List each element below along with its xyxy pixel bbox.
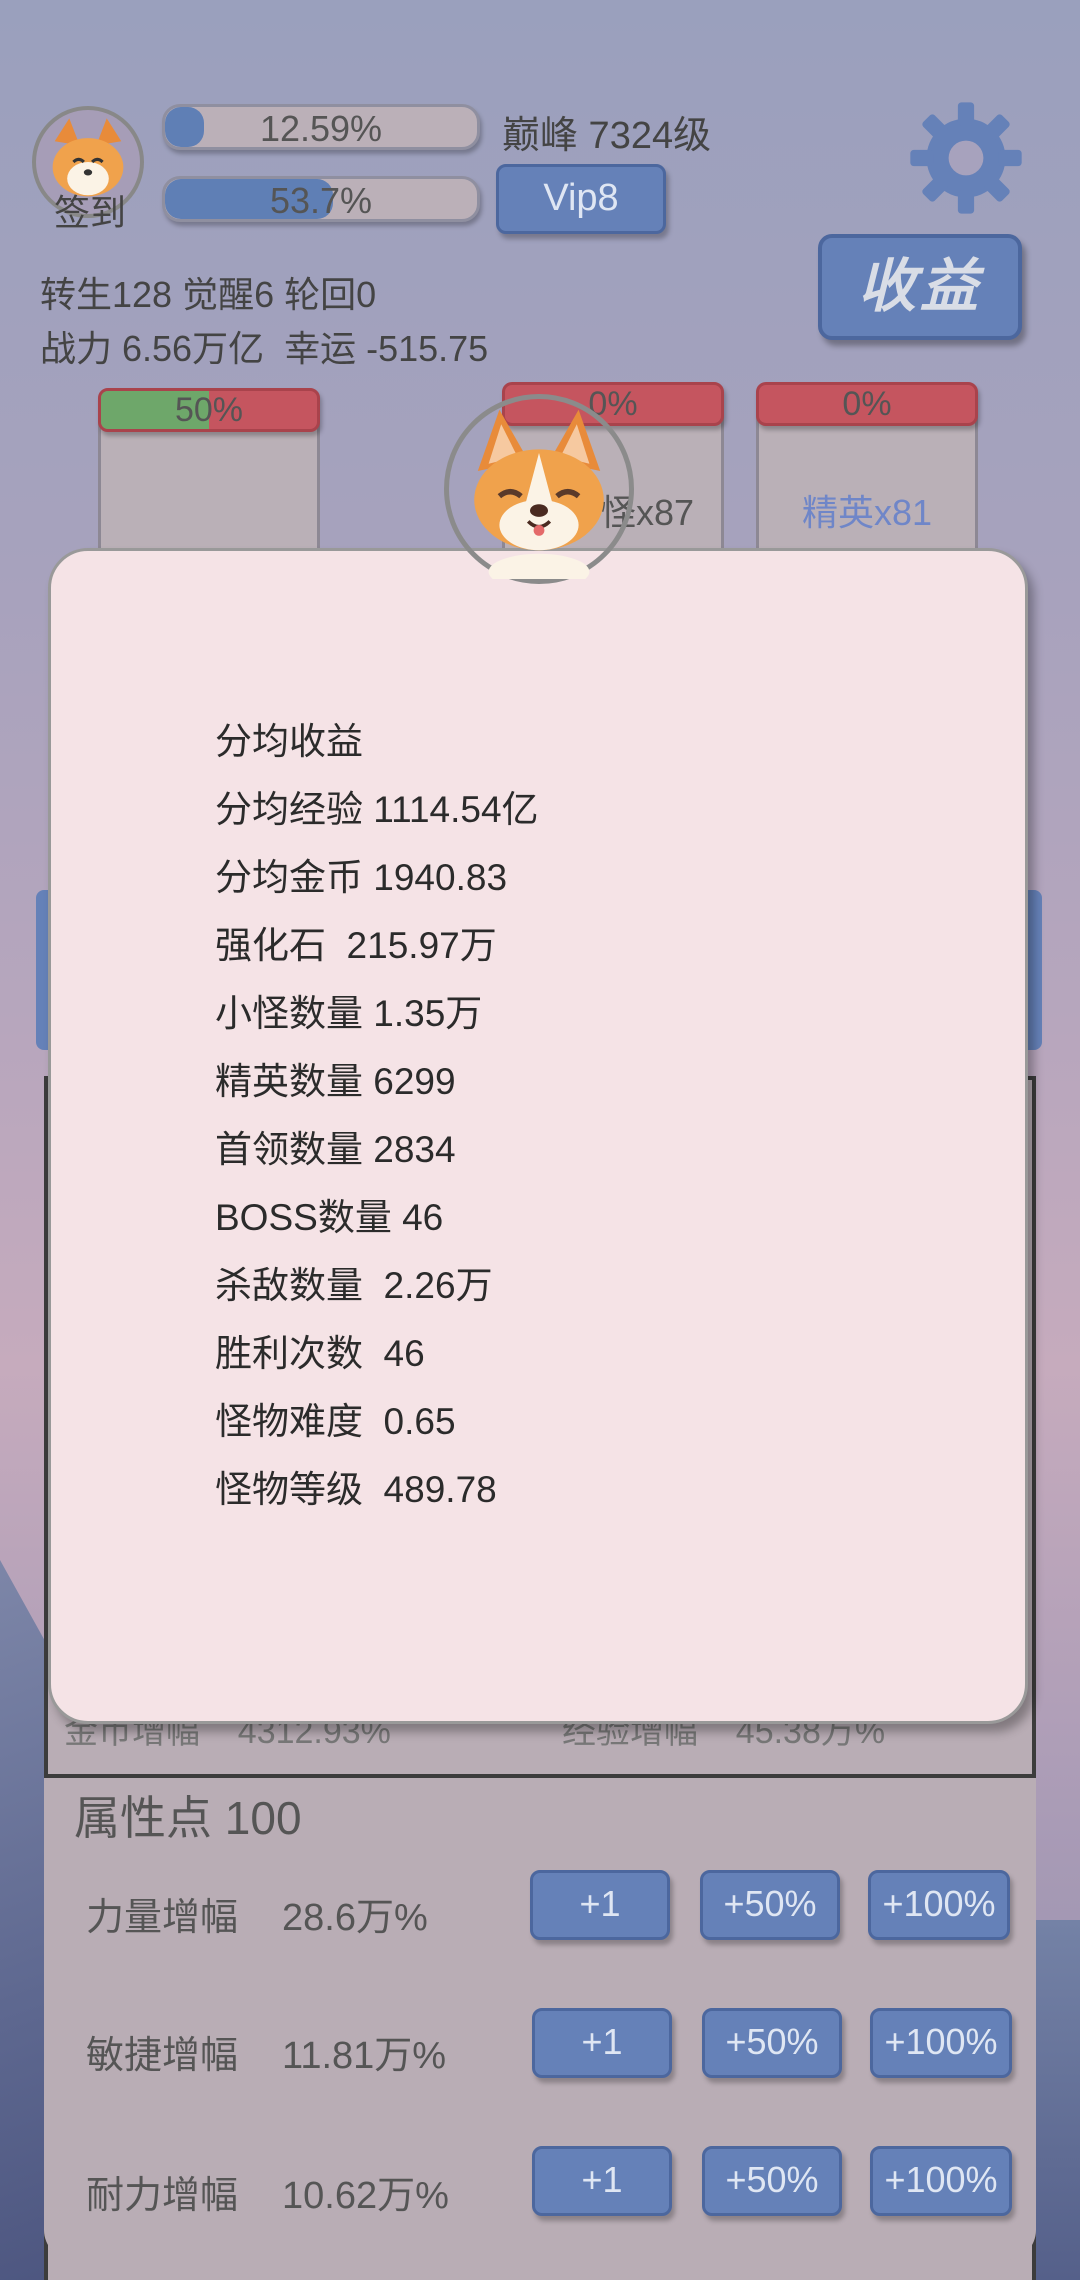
secondary-progress-bar: 53.7% — [162, 176, 480, 222]
popup-line: BOSS数量 46 — [215, 1197, 444, 1238]
corgi-face-icon — [474, 409, 604, 590]
attribute-name: 力量增幅 — [86, 1897, 239, 1939]
attribute-value: 11.81万% — [282, 2035, 447, 2077]
monster-card-3-hp: 0% — [756, 382, 978, 426]
agility-plus50-button[interactable]: +50% — [702, 2008, 842, 2078]
attribute-value: 10.62万% — [282, 2175, 449, 2217]
secondary-progress-label: 53.7% — [269, 180, 373, 221]
income-popup[interactable]: 分均收益 分均经验 1114.54亿 分均金币 1940.83 强化石 215.… — [48, 548, 1028, 1724]
popup-line: 小怪数量 1.35万 — [215, 993, 483, 1034]
attribute-name: 耐力增幅 — [86, 2175, 239, 2217]
popup-line: 分均经验 1114.54亿 — [215, 789, 539, 830]
agility-plus100-button[interactable]: +100% — [870, 2008, 1012, 2078]
strength-plus50-button[interactable]: +50% — [700, 1870, 840, 1940]
vip-button[interactable]: Vip8 — [496, 164, 666, 234]
monster-card-1-hp-label: 50% — [174, 391, 244, 429]
gear-icon — [910, 102, 1022, 214]
power-luck-stats: 战力 6.56万亿 幸运 -515.75 — [40, 328, 489, 369]
popup-line: 分均金币 1940.83 — [215, 857, 508, 898]
attribute-value: 28.6万% — [282, 1897, 428, 1939]
attribute-name: 敏捷增幅 — [86, 2035, 239, 2077]
panel-ledge-right — [1028, 890, 1042, 1050]
corgi-avatar — [444, 394, 634, 590]
stamina-plus100-button[interactable]: +100% — [870, 2146, 1012, 2216]
popup-line: 杀敌数量 2.26万 — [215, 1265, 493, 1306]
attribute-points-title: 属性点 100 — [74, 1792, 302, 1844]
strength-plus100-button[interactable]: +100% — [868, 1870, 1010, 1940]
income-button[interactable]: 收益 — [818, 234, 1022, 340]
stamina-plus1-button[interactable]: +1 — [532, 2146, 672, 2216]
popup-line: 精英数量 6299 — [215, 1061, 456, 1102]
agility-plus1-button[interactable]: +1 — [532, 2008, 672, 2078]
exp-progress-bar: 12.59% — [162, 104, 480, 150]
signin-label[interactable]: 签到 — [40, 184, 140, 236]
settings-button[interactable] — [908, 100, 1024, 216]
popup-line: 首领数量 2834 — [215, 1129, 456, 1170]
rebirth-stats: 转生128 觉醒6 轮回0 — [40, 274, 377, 315]
monster-card-1-hp: 50% — [98, 388, 320, 432]
popup-line: 强化石 215.97万 — [215, 925, 497, 966]
popup-line: 胜利次数 46 — [215, 1333, 425, 1374]
monster-card-3-label: 精英x81 — [801, 492, 933, 533]
strength-plus1-button[interactable]: +1 — [530, 1870, 670, 1940]
monster-card-3-hp-label: 0% — [842, 385, 892, 423]
popup-line: 怪物难度 0.65 — [215, 1401, 456, 1442]
peak-level-text: 巅峰 7324级 — [502, 115, 712, 157]
popup-line: 怪物等级 489.78 — [215, 1469, 497, 1510]
stamina-plus50-button[interactable]: +50% — [702, 2146, 842, 2216]
exp-progress-label: 12.59% — [259, 108, 383, 149]
popup-line: 分均收益 — [215, 721, 363, 762]
